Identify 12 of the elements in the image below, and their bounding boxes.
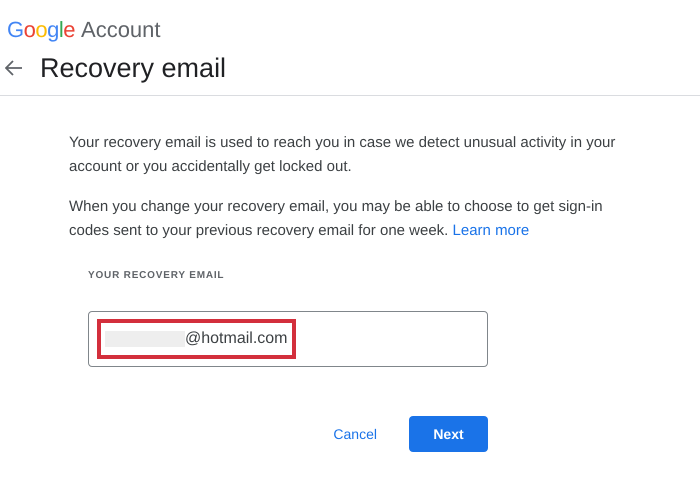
learn-more-link[interactable]: Learn more [452,222,530,239]
cancel-button[interactable]: Cancel [323,416,387,452]
back-arrow-icon[interactable] [5,60,23,76]
next-button[interactable]: Next [409,416,488,452]
email-field[interactable]: @hotmail.com [88,311,488,367]
paragraph: Your recovery email is used to reach you in case we detect unusual activity in your account or you accidentally get locked out. [69,133,616,177]
product-name: Account [81,17,161,43]
page-title: Recovery email [40,52,226,85]
field-label: YOUR RECOVERY EMAIL [88,269,226,283]
email-value: @hotmail.com [185,329,288,349]
logo: Google [7,17,76,43]
paragraph: When you change your recovery email, you may be able to choose to get sign-in codes sent to your previous recovery email for one week. Learn more [69,197,604,241]
